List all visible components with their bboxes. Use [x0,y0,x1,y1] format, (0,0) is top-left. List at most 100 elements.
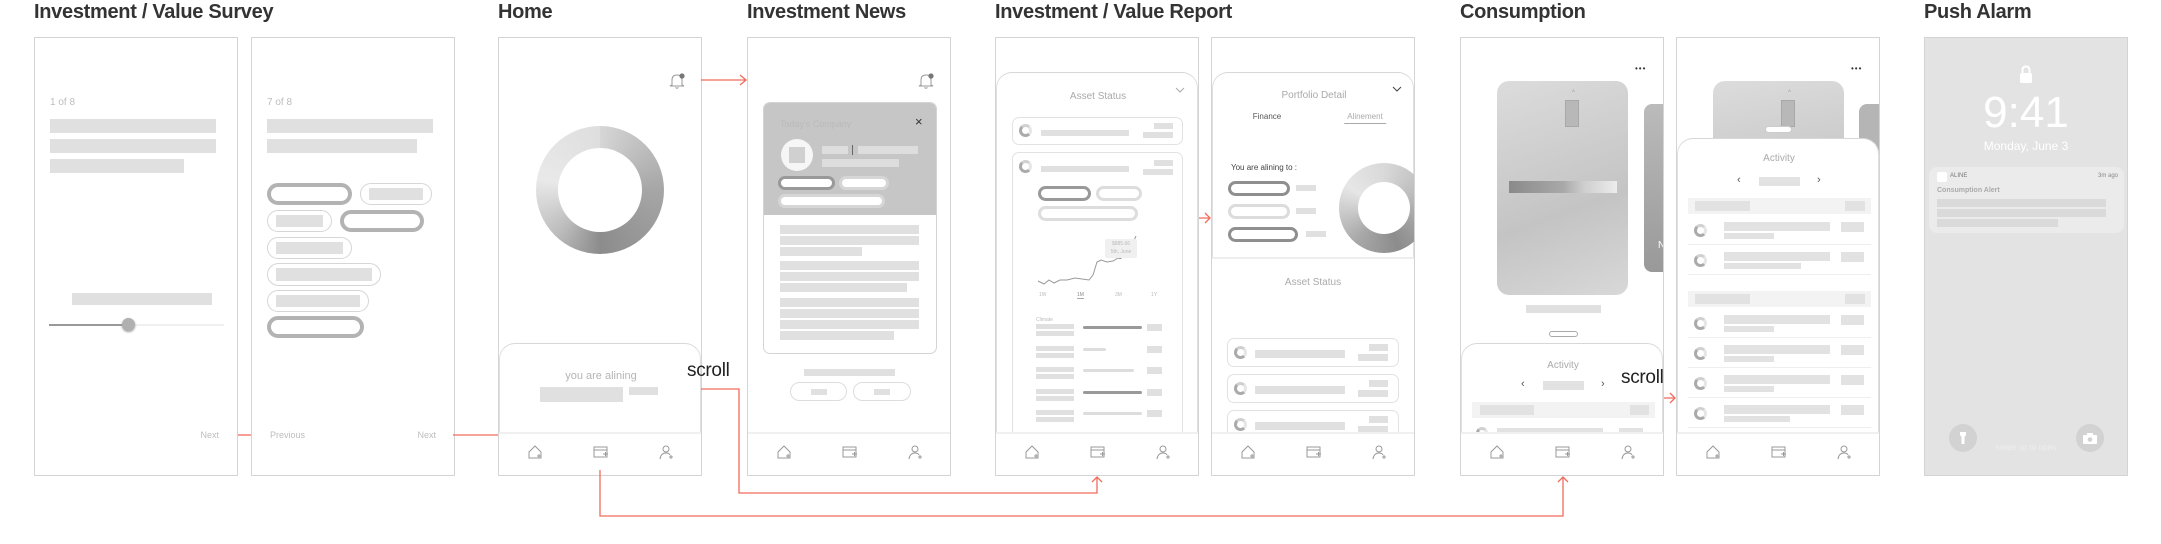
section-title-consumption: Consumption [1460,1,1586,23]
option-chip-selected[interactable] [340,210,424,232]
tag-chip-selected[interactable] [778,176,835,190]
asset-card[interactable] [1227,338,1399,367]
transaction-row[interactable] [1688,215,1871,245]
news-action-button[interactable] [853,382,911,401]
next-button[interactable]: Next [417,430,436,440]
home-icon[interactable] [1240,444,1256,460]
more-options-icon[interactable]: ••• [1635,64,1646,73]
option-chip-selected[interactable] [267,316,364,338]
option-chip[interactable] [360,183,432,205]
slider-thumb[interactable] [121,318,135,331]
home-icon[interactable] [776,444,792,460]
profile-icon[interactable] [1837,444,1853,460]
slider-value-placeholder [72,293,212,305]
value-chip[interactable] [1228,204,1290,219]
flow-arrow-home-wallet-to-consumption [599,470,1569,517]
notification-bell-icon[interactable] [669,72,686,90]
asset-card[interactable] [1227,374,1399,403]
option-chip[interactable] [267,210,332,232]
value-chip-selected[interactable] [1228,181,1290,196]
aligning-label: you are alining [565,370,637,382]
question-progress: 1 of 8 [50,97,76,108]
allocation-value-placeholder [1147,367,1162,374]
tooltip-date: 5th, June [1110,249,1132,255]
wallet-icon[interactable] [1771,444,1787,460]
wallet-icon[interactable] [842,444,858,460]
option-chip[interactable] [267,263,381,286]
tab-alinement[interactable]: Alinement [1344,112,1386,124]
option-chip[interactable] [267,290,369,312]
notification-bell-icon[interactable] [918,72,935,90]
range-1m[interactable]: 1M [1077,292,1084,299]
lock-screen: 9:41 Monday, June 3 ALINE 3m ago Consump… [1924,37,2128,476]
range-3m[interactable]: 3M [1115,292,1122,298]
profile-icon[interactable] [659,444,675,460]
range-1y[interactable]: 1Y [1151,292,1157,298]
wallet-icon[interactable] [1090,444,1106,460]
section-title-survey: Investment / Value Survey [34,1,274,23]
chart-tooltip: $885.66 5th, June [1105,239,1137,258]
previous-button[interactable]: Previous [270,430,305,440]
home-icon[interactable] [1705,444,1721,460]
notification-card[interactable]: ALINE 3m ago Consumption Alert [1929,167,2124,233]
profile-icon[interactable] [1156,444,1172,460]
allocation-label-placeholder [1036,352,1074,358]
slider-track[interactable] [49,318,224,331]
section-title-news: Investment News [747,1,906,23]
wallet-icon[interactable] [593,444,609,460]
next-button[interactable]: Next [200,430,219,440]
profile-icon[interactable] [908,444,924,460]
allocation-value-placeholder [1147,388,1162,396]
company-news-card[interactable]: Today's Company × [763,102,937,354]
clock-date: Monday, June 3 [1983,139,2069,153]
wallet-icon[interactable] [1306,444,1322,460]
home-icon[interactable] [1489,444,1505,460]
flow-arrow-consumption1-to-consumption2 [1664,392,1676,404]
option-chip-selected[interactable] [267,183,352,205]
card-chip-icon [1565,100,1579,127]
profile-icon[interactable] [1621,444,1637,460]
profile-icon[interactable] [1372,444,1388,460]
transaction-row[interactable] [1688,398,1871,428]
option-chip[interactable] [267,237,352,259]
range-1w[interactable]: 1W [1039,292,1047,298]
home-icon[interactable] [1024,444,1040,460]
question-text-placeholder [50,119,216,133]
tab-finance[interactable]: Finance [1253,112,1281,121]
home-icon[interactable] [527,444,543,460]
allocation-label-placeholder [1036,388,1074,394]
section-title-report: Investment / Value Report [995,1,1233,23]
flow-arrow-report1-to-report2 [1199,212,1211,224]
value-chip-selected[interactable] [1228,227,1298,242]
previous-month-button[interactable]: ‹ [1737,174,1741,186]
news-action-button[interactable] [790,382,847,401]
card-title: Today's Company [780,119,852,129]
asset-card[interactable] [1012,117,1183,145]
transaction-row[interactable] [1688,338,1871,368]
sheet-handle[interactable] [1765,126,1792,133]
transaction-row[interactable] [1688,308,1871,338]
allocation-value-placeholder [1147,410,1162,417]
bottom-nav [499,432,701,475]
sheet-handle[interactable] [1549,331,1578,337]
flow-label-scroll: scroll [1621,367,1664,388]
next-month-button[interactable]: › [1601,378,1605,390]
allocation-label-placeholder [1036,410,1074,415]
tag-chip[interactable] [778,194,885,208]
transaction-row[interactable] [1688,368,1871,398]
payment-card[interactable]: ^ [1497,81,1628,295]
tag-chip[interactable] [839,176,889,190]
wallet-icon[interactable] [1555,444,1571,460]
allocation-label-placeholder [1036,417,1074,422]
close-icon[interactable]: × [915,114,923,129]
asset-card-expanded[interactable]: $885.66 5th, June 1W 1M 3M 1Y Climate [1012,152,1183,452]
previous-month-button[interactable]: ‹ [1521,378,1525,390]
more-options-icon[interactable]: ••• [1851,64,1862,73]
activity-sheet[interactable]: Activity ‹ › [1677,138,1879,475]
transaction-row[interactable] [1688,245,1871,275]
next-payment-card[interactable]: N [1644,104,1663,272]
swipe-hint: swipe up to open [1995,443,2057,452]
next-month-button[interactable]: › [1817,174,1821,186]
chevron-down-icon[interactable] [1392,86,1402,93]
chevron-down-icon[interactable] [1175,87,1185,94]
